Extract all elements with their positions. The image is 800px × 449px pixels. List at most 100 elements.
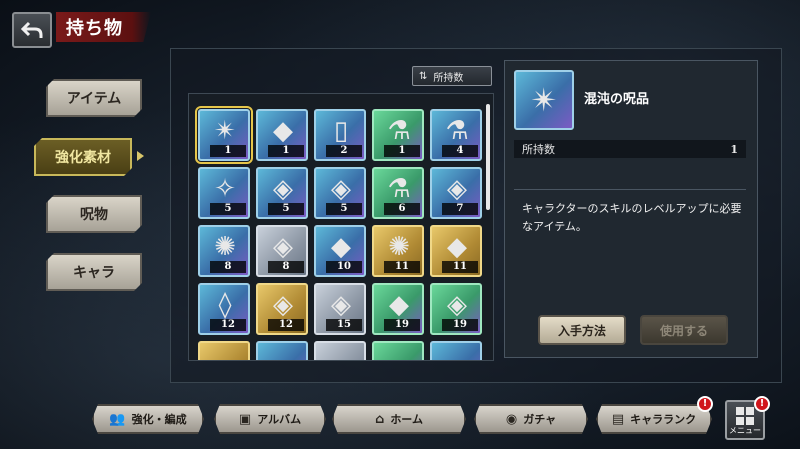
item-slot[interactable]: ◈ 5: [314, 167, 366, 219]
item-count: 11: [384, 261, 420, 273]
character-rank-alert-badge: !: [697, 396, 713, 412]
item-slot[interactable]: ◈ 15: [314, 283, 366, 335]
nav-character-rank[interactable]: ▤ キャラランク: [596, 404, 712, 434]
blue-flame-cube-icon: ◈: [273, 174, 293, 204]
item-slot[interactable]: ◆ 10: [314, 225, 366, 277]
nav-home-label: ホーム: [390, 413, 423, 426]
team-upgrade-icon: 👥: [109, 411, 126, 427]
item-slot[interactable]: ◈ 19: [430, 283, 482, 335]
item-count: 1: [210, 145, 246, 157]
item-count: 5: [210, 203, 246, 215]
green-flame-diamond-icon: ◆: [389, 290, 409, 320]
item-slot[interactable]: ✴ 1: [195, 106, 253, 164]
item-slot[interactable]: [430, 341, 482, 360]
detail-divider: [514, 189, 746, 190]
item-slot[interactable]: ◈ 8: [256, 225, 308, 277]
item-slot[interactable]: [256, 341, 308, 360]
sort-icon: ⇅: [419, 70, 428, 82]
sort-button[interactable]: ⇅ 所持数: [412, 66, 492, 86]
back-arrow-icon: [21, 21, 43, 38]
home-icon: ⌂: [375, 411, 385, 427]
item-count: 10: [326, 261, 362, 273]
green-potion-vial-icon: ⚗: [387, 174, 411, 204]
item-count: 7: [442, 203, 478, 215]
tab-curses[interactable]: 呪物: [46, 195, 142, 233]
item-slot[interactable]: ◆ 1: [256, 109, 308, 161]
tab-enhancement-materials[interactable]: 強化素材: [34, 138, 132, 176]
shattered-fragments-icon: ✧: [214, 174, 236, 204]
item-count: 2: [326, 145, 362, 157]
tab-enhancement-materials-label: 強化素材: [55, 150, 111, 166]
item-slot[interactable]: ▯ 2: [314, 109, 366, 161]
item-count: 1: [384, 145, 420, 157]
tab-characters-label: キャラ: [73, 265, 115, 281]
item-count: 5: [268, 203, 304, 215]
nav-album[interactable]: ▣ アルバム: [214, 404, 326, 434]
item-slot[interactable]: ⚗ 6: [372, 167, 424, 219]
crystal-shard-icon: ◆: [273, 116, 293, 146]
nav-character-rank-label: キャラランク: [630, 413, 697, 426]
small-crystal-icon: ◊: [218, 290, 232, 320]
page-title-banner: 持ち物: [56, 12, 151, 42]
item-count: 12: [268, 319, 304, 331]
menu-alert-badge: !: [754, 396, 770, 412]
nav-album-label: アルバム: [257, 413, 302, 426]
item-slot[interactable]: ◈ 12: [256, 283, 308, 335]
tab-characters[interactable]: キャラ: [46, 253, 142, 291]
owned-count-value: 1: [730, 142, 738, 156]
character-rank-icon: ▤: [611, 411, 625, 427]
orange-flame-cube-icon: ◈: [331, 290, 351, 320]
blue-flame-cube-icon: ◈: [447, 174, 467, 204]
nav-enhance-formation[interactable]: 👥 強化・編成: [92, 404, 204, 434]
item-count: 1: [268, 145, 304, 157]
item-slot[interactable]: [372, 341, 424, 360]
blue-potion-vial-icon: ⚗: [445, 116, 469, 146]
nav-gacha[interactable]: ◉ ガチャ: [474, 404, 588, 434]
blue-flame-cube-icon: ◈: [273, 232, 293, 262]
gacha-icon: ◉: [505, 411, 518, 427]
sort-label: 所持数: [433, 72, 464, 84]
nav-home[interactable]: ⌂ ホーム: [332, 404, 466, 434]
item-slot[interactable]: ◈ 5: [256, 167, 308, 219]
owned-count-row: 所持数 1: [514, 140, 746, 158]
menu-grid-icon: [736, 407, 754, 425]
item-slot[interactable]: ✧ 5: [198, 167, 250, 219]
use-item-button[interactable]: 使用する: [640, 315, 728, 345]
blue-flame-orb-icon: ✺: [388, 232, 410, 262]
item-slot[interactable]: [314, 341, 366, 360]
item-slot[interactable]: ✺ 11: [372, 225, 424, 277]
acquire-method-button[interactable]: 入手方法: [538, 315, 626, 345]
item-count: 4: [442, 145, 478, 157]
item-count: 8: [210, 261, 246, 273]
blue-flame-diamond-icon: ◆: [447, 232, 467, 262]
tab-items[interactable]: アイテム: [46, 79, 142, 117]
red-flame-cube-icon: ◈: [331, 174, 351, 204]
item-count: 6: [384, 203, 420, 215]
item-slot[interactable]: ⚗ 1: [372, 109, 424, 161]
item-slot[interactable]: ◆ 11: [430, 225, 482, 277]
item-slot[interactable]: ⚗ 4: [430, 109, 482, 161]
item-count: 5: [326, 203, 362, 215]
item-slot[interactable]: ◆ 19: [372, 283, 424, 335]
back-button[interactable]: [12, 12, 52, 48]
blue-flame-cube-icon: ◈: [273, 290, 293, 320]
nav-gacha-label: ガチャ: [523, 413, 557, 426]
item-name: 混沌の呪品: [584, 92, 650, 107]
item-count: 8: [268, 261, 304, 273]
item-count: 12: [210, 319, 246, 331]
blue-flame-diamond-icon: ◆: [331, 232, 351, 262]
nav-enhance-formation-label: 強化・編成: [131, 413, 187, 426]
scroll-gate-icon: ▯: [333, 116, 349, 146]
item-slot[interactable]: ✺ 8: [198, 225, 250, 277]
album-icon: ▣: [238, 411, 252, 427]
owned-count-label: 所持数: [522, 143, 555, 156]
red-potion-vial-icon: ⚗: [387, 116, 411, 146]
item-slot[interactable]: [198, 341, 250, 360]
item-count: 19: [442, 319, 478, 331]
item-slot[interactable]: ◈ 7: [430, 167, 482, 219]
grid-scrollbar[interactable]: [486, 104, 490, 210]
item-count: 11: [442, 261, 478, 273]
menu-label: メニュー: [729, 426, 761, 435]
item-slot[interactable]: ◊ 12: [198, 283, 250, 335]
tab-items-label: アイテム: [66, 91, 122, 107]
